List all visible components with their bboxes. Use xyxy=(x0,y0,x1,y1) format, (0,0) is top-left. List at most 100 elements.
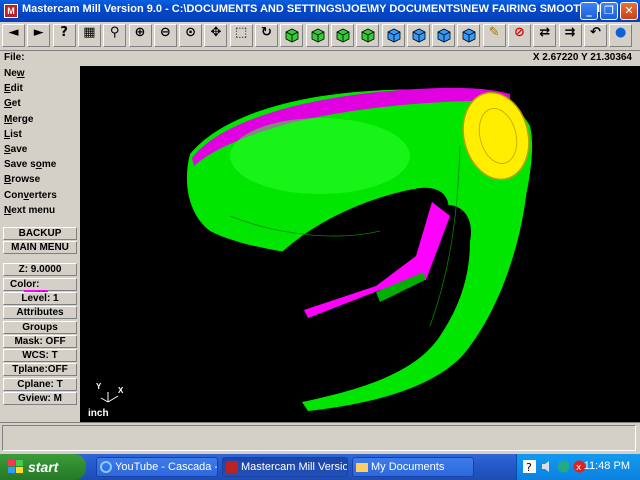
menu-item-get[interactable]: Get xyxy=(4,98,21,109)
units-label: inch xyxy=(88,408,109,419)
color-button[interactable]: Color: 13 xyxy=(3,278,77,301)
minimize-button[interactable]: _ xyxy=(580,2,598,20)
sphere-button[interactable]: ● xyxy=(609,24,633,47)
pencil-button[interactable]: ✎ xyxy=(482,24,506,47)
prompt-area xyxy=(0,422,640,455)
forward-arrow-icon: ► xyxy=(33,25,44,40)
file-label: File: xyxy=(4,52,25,63)
network-icon[interactable] xyxy=(557,460,570,473)
task-label: Mastercam Mill Versio... xyxy=(241,461,348,473)
taskbar: start YouTube - Cascada - ... Mastercam … xyxy=(0,454,640,480)
gview-button[interactable]: Gview: M xyxy=(3,392,77,405)
cube-2-icon xyxy=(412,28,426,43)
view-top-button[interactable] xyxy=(280,24,304,47)
mastercam-app-icon[interactable]: M xyxy=(4,4,18,18)
color-label: Color: xyxy=(10,279,40,290)
status-line: File: X 2.67220 Y 21.30364 xyxy=(0,51,640,66)
axis-triad-icon xyxy=(100,392,119,403)
analyze-button[interactable]: ⚲ xyxy=(103,24,127,47)
cube-3-button[interactable] xyxy=(432,24,456,47)
menu-item-save-some[interactable]: Save some xyxy=(4,159,56,170)
pan-button[interactable]: ✥ xyxy=(204,24,228,47)
mask-button[interactable]: Mask: OFF xyxy=(3,335,77,348)
groups-button[interactable]: Groups xyxy=(3,321,77,334)
help-button[interactable]: ? xyxy=(52,24,76,47)
select-box-button[interactable]: ⬚ xyxy=(229,24,253,47)
view-front-button[interactable] xyxy=(305,24,329,47)
pan-icon: ✥ xyxy=(210,25,222,40)
rotate-button[interactable]: ↻ xyxy=(255,24,278,47)
title-bar[interactable]: M Mastercam Mill Version 9.0 - C:\DOCUME… xyxy=(0,0,640,22)
view-top-icon xyxy=(285,28,299,43)
fairing-model xyxy=(186,87,533,411)
menu-item-browse[interactable]: Browse xyxy=(4,174,40,185)
close-button[interactable]: ✕ xyxy=(620,2,638,20)
calculator-icon: ▦ xyxy=(83,25,96,40)
cube-4-button[interactable] xyxy=(457,24,481,47)
level-button[interactable]: Level: 1 xyxy=(3,292,77,305)
windows-logo-icon xyxy=(8,460,23,473)
z-depth-button[interactable]: Z: 9.0000 xyxy=(3,263,77,276)
menu-item-merge[interactable]: Merge xyxy=(4,114,33,125)
view-iso-button[interactable] xyxy=(356,24,380,47)
prompt-field[interactable] xyxy=(2,425,636,451)
start-button[interactable]: start xyxy=(0,454,86,480)
zoom-fit-icon: ⊙ xyxy=(185,25,197,40)
menu-item-new[interactable]: New xyxy=(4,68,25,79)
cplane-button[interactable]: Cplane: T xyxy=(3,378,77,391)
main-menu-panel: New Edit Get Merge List Save Save some Browse Co… xyxy=(0,66,80,422)
backup-button[interactable]: BACKUP xyxy=(3,227,77,240)
calculator-button[interactable]: ▦ xyxy=(77,24,101,47)
menu-item-next-menu[interactable]: Next menu xyxy=(4,205,55,216)
wcs-button[interactable]: WCS: T xyxy=(3,349,77,362)
unzoom-button[interactable]: ⊖ xyxy=(153,24,177,47)
attributes-button[interactable]: Attributes xyxy=(3,306,77,319)
undo-icon: ↶ xyxy=(589,25,601,40)
view-side-icon xyxy=(336,28,350,43)
cube-1-button[interactable] xyxy=(381,24,405,47)
start-label: start xyxy=(28,459,59,475)
tree-button[interactable]: ⇉ xyxy=(558,24,582,47)
window-title: Mastercam Mill Version 9.0 - C:\DOCUMENT… xyxy=(22,3,615,15)
task-my-documents[interactable]: My Documents xyxy=(352,457,474,477)
svg-text:x: x xyxy=(576,463,582,473)
zoom-fit-button[interactable]: ⊙ xyxy=(179,24,203,47)
zoom-window-button[interactable]: ⊕ xyxy=(128,24,152,47)
view-side-button[interactable] xyxy=(330,24,354,47)
task-youtube[interactable]: YouTube - Cascada - ... xyxy=(96,457,218,477)
menu-item-save[interactable]: Save xyxy=(4,144,27,155)
main-menu-button[interactable]: MAIN MENU xyxy=(3,241,77,254)
graphics-viewport[interactable]: Y X inch xyxy=(80,66,640,422)
toolbar: ◄ ►? ▦ ⚲ ⊕ ⊖ ⊙ ✥ ⬚ ↻ ✎ ⊘ ⇄ ⇉ ↶ ● xyxy=(0,22,640,51)
no-entry-button[interactable]: ⊘ xyxy=(508,24,531,47)
cube-1-icon xyxy=(387,28,400,43)
cube-2-button[interactable] xyxy=(406,24,430,47)
tplane-button[interactable]: Tplane:OFF xyxy=(3,363,77,376)
volume-icon[interactable] xyxy=(541,460,554,473)
maximize-button[interactable]: ❐ xyxy=(600,2,618,20)
cube-3-icon xyxy=(437,28,451,43)
rotate-icon: ↻ xyxy=(261,25,272,40)
task-mastercam[interactable]: Mastercam Mill Versio... xyxy=(222,457,348,477)
menu-item-converters[interactable]: Converters xyxy=(4,190,57,201)
tree-icon: ⇉ xyxy=(564,25,576,40)
system-tray: ? x 11:48 PM xyxy=(516,454,640,480)
ie-icon xyxy=(100,461,112,473)
help-tray-icon[interactable]: ? xyxy=(523,460,536,473)
select-box-icon: ⬚ xyxy=(235,25,248,40)
folder-icon xyxy=(356,463,368,472)
mastercam-icon xyxy=(226,461,238,473)
task-label: YouTube - Cascada - ... xyxy=(115,461,218,473)
menu-item-list[interactable]: List xyxy=(4,129,22,140)
link-button[interactable]: ⇄ xyxy=(533,24,557,47)
link-icon: ⇄ xyxy=(539,25,551,40)
zoom-window-icon: ⊕ xyxy=(134,25,146,40)
help-icon: ? xyxy=(60,25,68,40)
analyze-icon: ⚲ xyxy=(109,25,120,40)
menu-item-edit[interactable]: Edit xyxy=(4,83,23,94)
undo-button[interactable]: ↶ xyxy=(583,24,607,47)
back-arrow-button[interactable]: ◄ xyxy=(2,24,25,47)
forward-arrow-button[interactable]: ► xyxy=(27,24,51,47)
pencil-icon: ✎ xyxy=(488,25,500,40)
cursor-coordinates: X 2.67220 Y 21.30364 xyxy=(532,52,632,63)
